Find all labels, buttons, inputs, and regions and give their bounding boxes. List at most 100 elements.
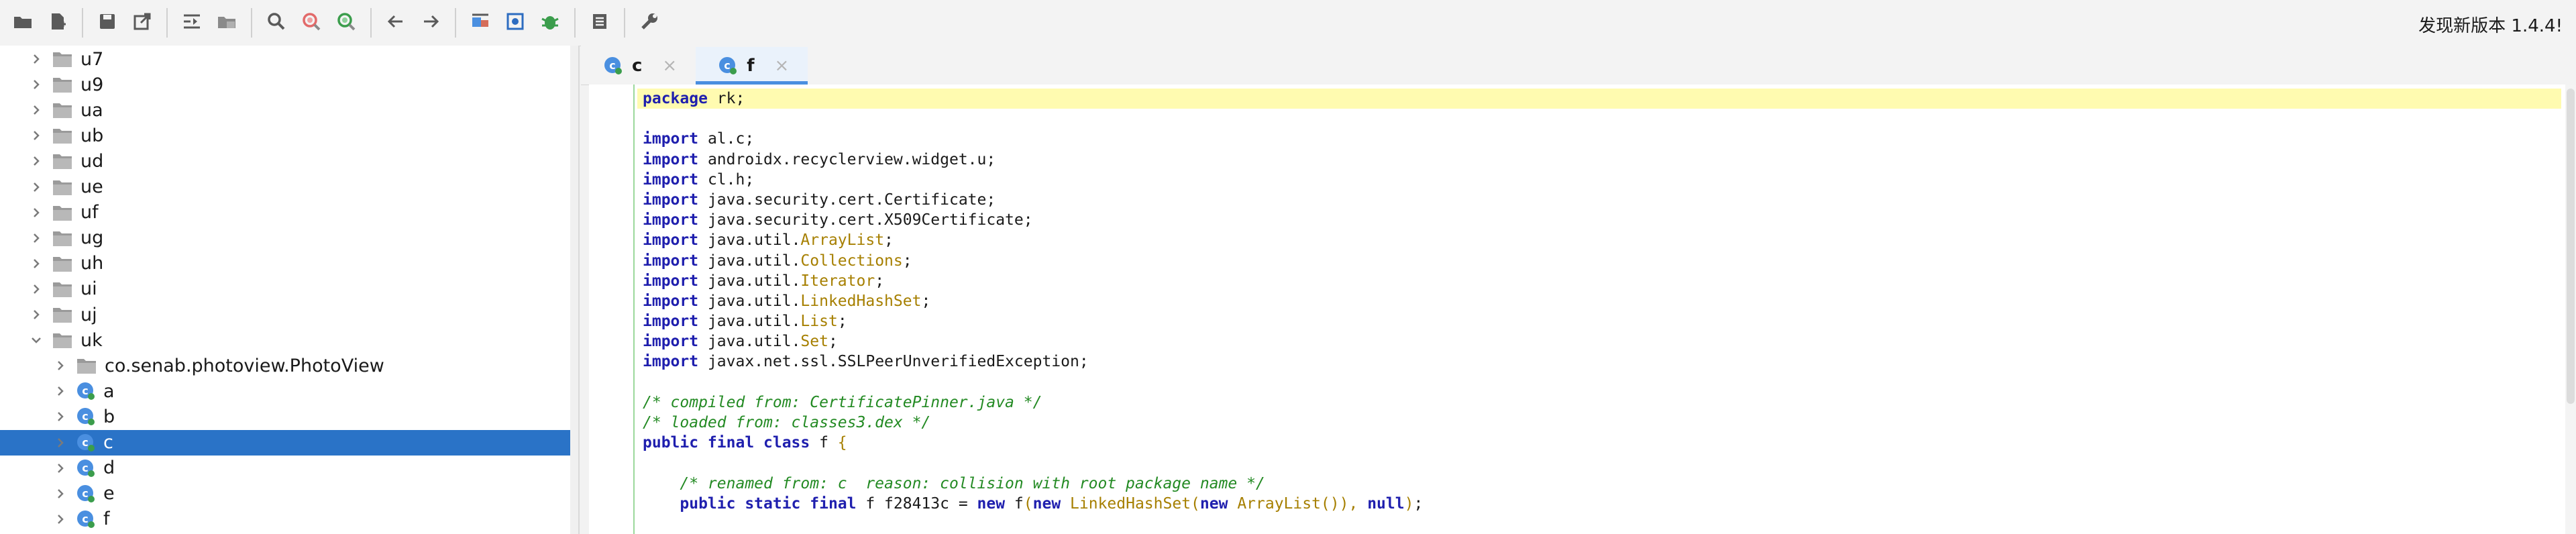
chevron-right-icon[interactable] [52,383,68,399]
tree-row[interactable]: cb [0,404,578,429]
tree-row[interactable]: u9 [0,72,578,97]
code-line[interactable]: import java.util.ArrayList; [643,230,2561,250]
tab-f[interactable]: c f × [696,47,808,85]
code-line[interactable]: /* loaded from: classes3.dex */ [643,413,2561,433]
chevron-right-icon[interactable] [28,281,44,297]
tree-row-label: d [103,458,115,479]
find-class-button[interactable] [297,8,326,38]
chevron-right-icon[interactable] [28,153,44,169]
tree-scrollbar[interactable] [570,46,578,534]
svg-text:c: c [609,59,615,72]
debug-icon [539,11,561,35]
tree-row[interactable]: co.senab.photoview.PhotoView [0,353,578,378]
add-file-button[interactable] [43,8,72,38]
comment-token: /* loaded from: classes3.dex */ [643,414,931,431]
code-line[interactable]: import java.util.LinkedHashSet; [643,291,2561,311]
code-line[interactable]: import java.util.Set; [643,331,2561,352]
chevron-right-icon[interactable] [28,256,44,272]
code-line[interactable]: public final class f { [643,433,2561,453]
editor-scrollbar[interactable] [2565,85,2576,534]
forward-arrow-icon [420,11,441,35]
tree-row[interactable]: cc [0,429,578,456]
chevron-right-icon[interactable] [28,51,44,67]
code-token: rk; [707,90,745,107]
tree-row[interactable]: ub [0,123,578,148]
code-editor[interactable]: package rk; import al.c; import androidx.… [589,85,2576,534]
current-code-line[interactable]: package rk; [637,89,2561,109]
code-line[interactable]: /* renamed from: c reason: collision wit… [643,474,2561,494]
find-class-icon [301,11,322,35]
chevron-right-icon[interactable] [28,230,44,246]
chevron-right-icon[interactable] [28,307,44,323]
search-button[interactable] [262,8,291,38]
update-notice[interactable]: 发现新版本 1.4.4! [2418,12,2563,37]
editor-scrollbar-thumb[interactable] [2567,89,2575,404]
chevron-right-icon[interactable] [28,102,44,118]
code-line[interactable] [643,453,2561,473]
tree-row[interactable]: ua [0,97,578,123]
tree-row[interactable]: uf [0,200,578,225]
chevron-down-icon[interactable] [28,332,44,348]
chevron-right-icon[interactable] [28,127,44,144]
log-button[interactable] [585,8,614,38]
wrench-button[interactable] [635,8,664,38]
keyword-token: new [977,494,1006,513]
image-button[interactable] [466,8,495,38]
class-icon: c [718,56,737,75]
package-folder-icon [52,204,72,221]
tree-row[interactable]: cf [0,506,578,532]
code-line[interactable]: import javax.net.ssl.SSLPeerUnverifiedEx… [643,352,2561,372]
tab-c[interactable]: c c × [581,47,696,85]
chevron-right-icon[interactable] [52,511,68,527]
find-usage-button[interactable] [331,8,361,38]
tree-row[interactable]: ud [0,148,578,174]
package-tree[interactable]: u7 u9 ua ub ud ue uf ug uh ui uj uk co.senab.photovi… [0,46,580,534]
fullscreen-button[interactable] [500,8,530,38]
code-line[interactable]: import al.c; [643,129,2561,149]
save-button[interactable] [93,8,122,38]
code-line[interactable]: import java.security.cert.X509Certificat… [643,210,2561,230]
tree-row[interactable]: cd [0,456,578,481]
tree-row[interactable]: ca [0,378,578,404]
tree-row[interactable]: uh [0,251,578,276]
export-button[interactable] [127,8,157,38]
chevron-right-icon[interactable] [28,76,44,93]
code-line[interactable]: import androidx.recyclerview.widget.u; [643,150,2561,170]
tree-row[interactable]: uk [0,327,578,353]
chevron-right-icon[interactable] [28,179,44,195]
code-line[interactable]: import java.util.Collections; [643,251,2561,271]
chevron-right-icon[interactable] [52,358,68,374]
tree-row[interactable]: ui [0,276,578,302]
tree-row[interactable]: uj [0,302,578,327]
comment-token: /* compiled from: CertificatePinner.java… [643,393,1042,411]
open-folder-icon [12,11,34,35]
open-folder-button[interactable] [8,8,38,38]
tree-row[interactable]: ce [0,481,578,506]
close-icon[interactable]: × [662,56,677,76]
tree-row[interactable]: u7 [0,46,578,72]
chevron-right-icon[interactable] [52,409,68,425]
code-line[interactable]: import java.util.Iterator; [643,271,2561,291]
code-line[interactable] [643,372,2561,392]
code-line[interactable] [643,109,2561,129]
tree-row[interactable]: ue [0,174,578,200]
code-line[interactable]: import cl.h; [643,170,2561,190]
folder-sync-button[interactable] [212,8,241,38]
code-token: java.util. [698,313,801,331]
code-line[interactable]: import java.security.cert.Certificate; [643,190,2561,210]
debug-button[interactable] [535,8,565,38]
forward-arrow-button[interactable] [416,8,445,38]
tree-row[interactable]: ug [0,225,578,251]
back-arrow-button[interactable] [381,8,411,38]
code-content[interactable]: package rk; import al.c; import androidx.… [637,89,2561,514]
decompile-button[interactable] [177,8,207,38]
code-line[interactable]: import java.util.List; [643,311,2561,331]
close-icon[interactable]: × [775,56,790,76]
code-line[interactable]: public static final f f28413c = new f(ne… [643,494,2561,514]
keyword-token: import [643,130,699,148]
chevron-right-icon[interactable] [28,205,44,221]
chevron-right-icon[interactable] [52,460,68,476]
code-line[interactable]: /* compiled from: CertificatePinner.java… [643,392,2561,413]
chevron-right-icon[interactable] [52,435,68,451]
chevron-right-icon[interactable] [52,486,68,502]
